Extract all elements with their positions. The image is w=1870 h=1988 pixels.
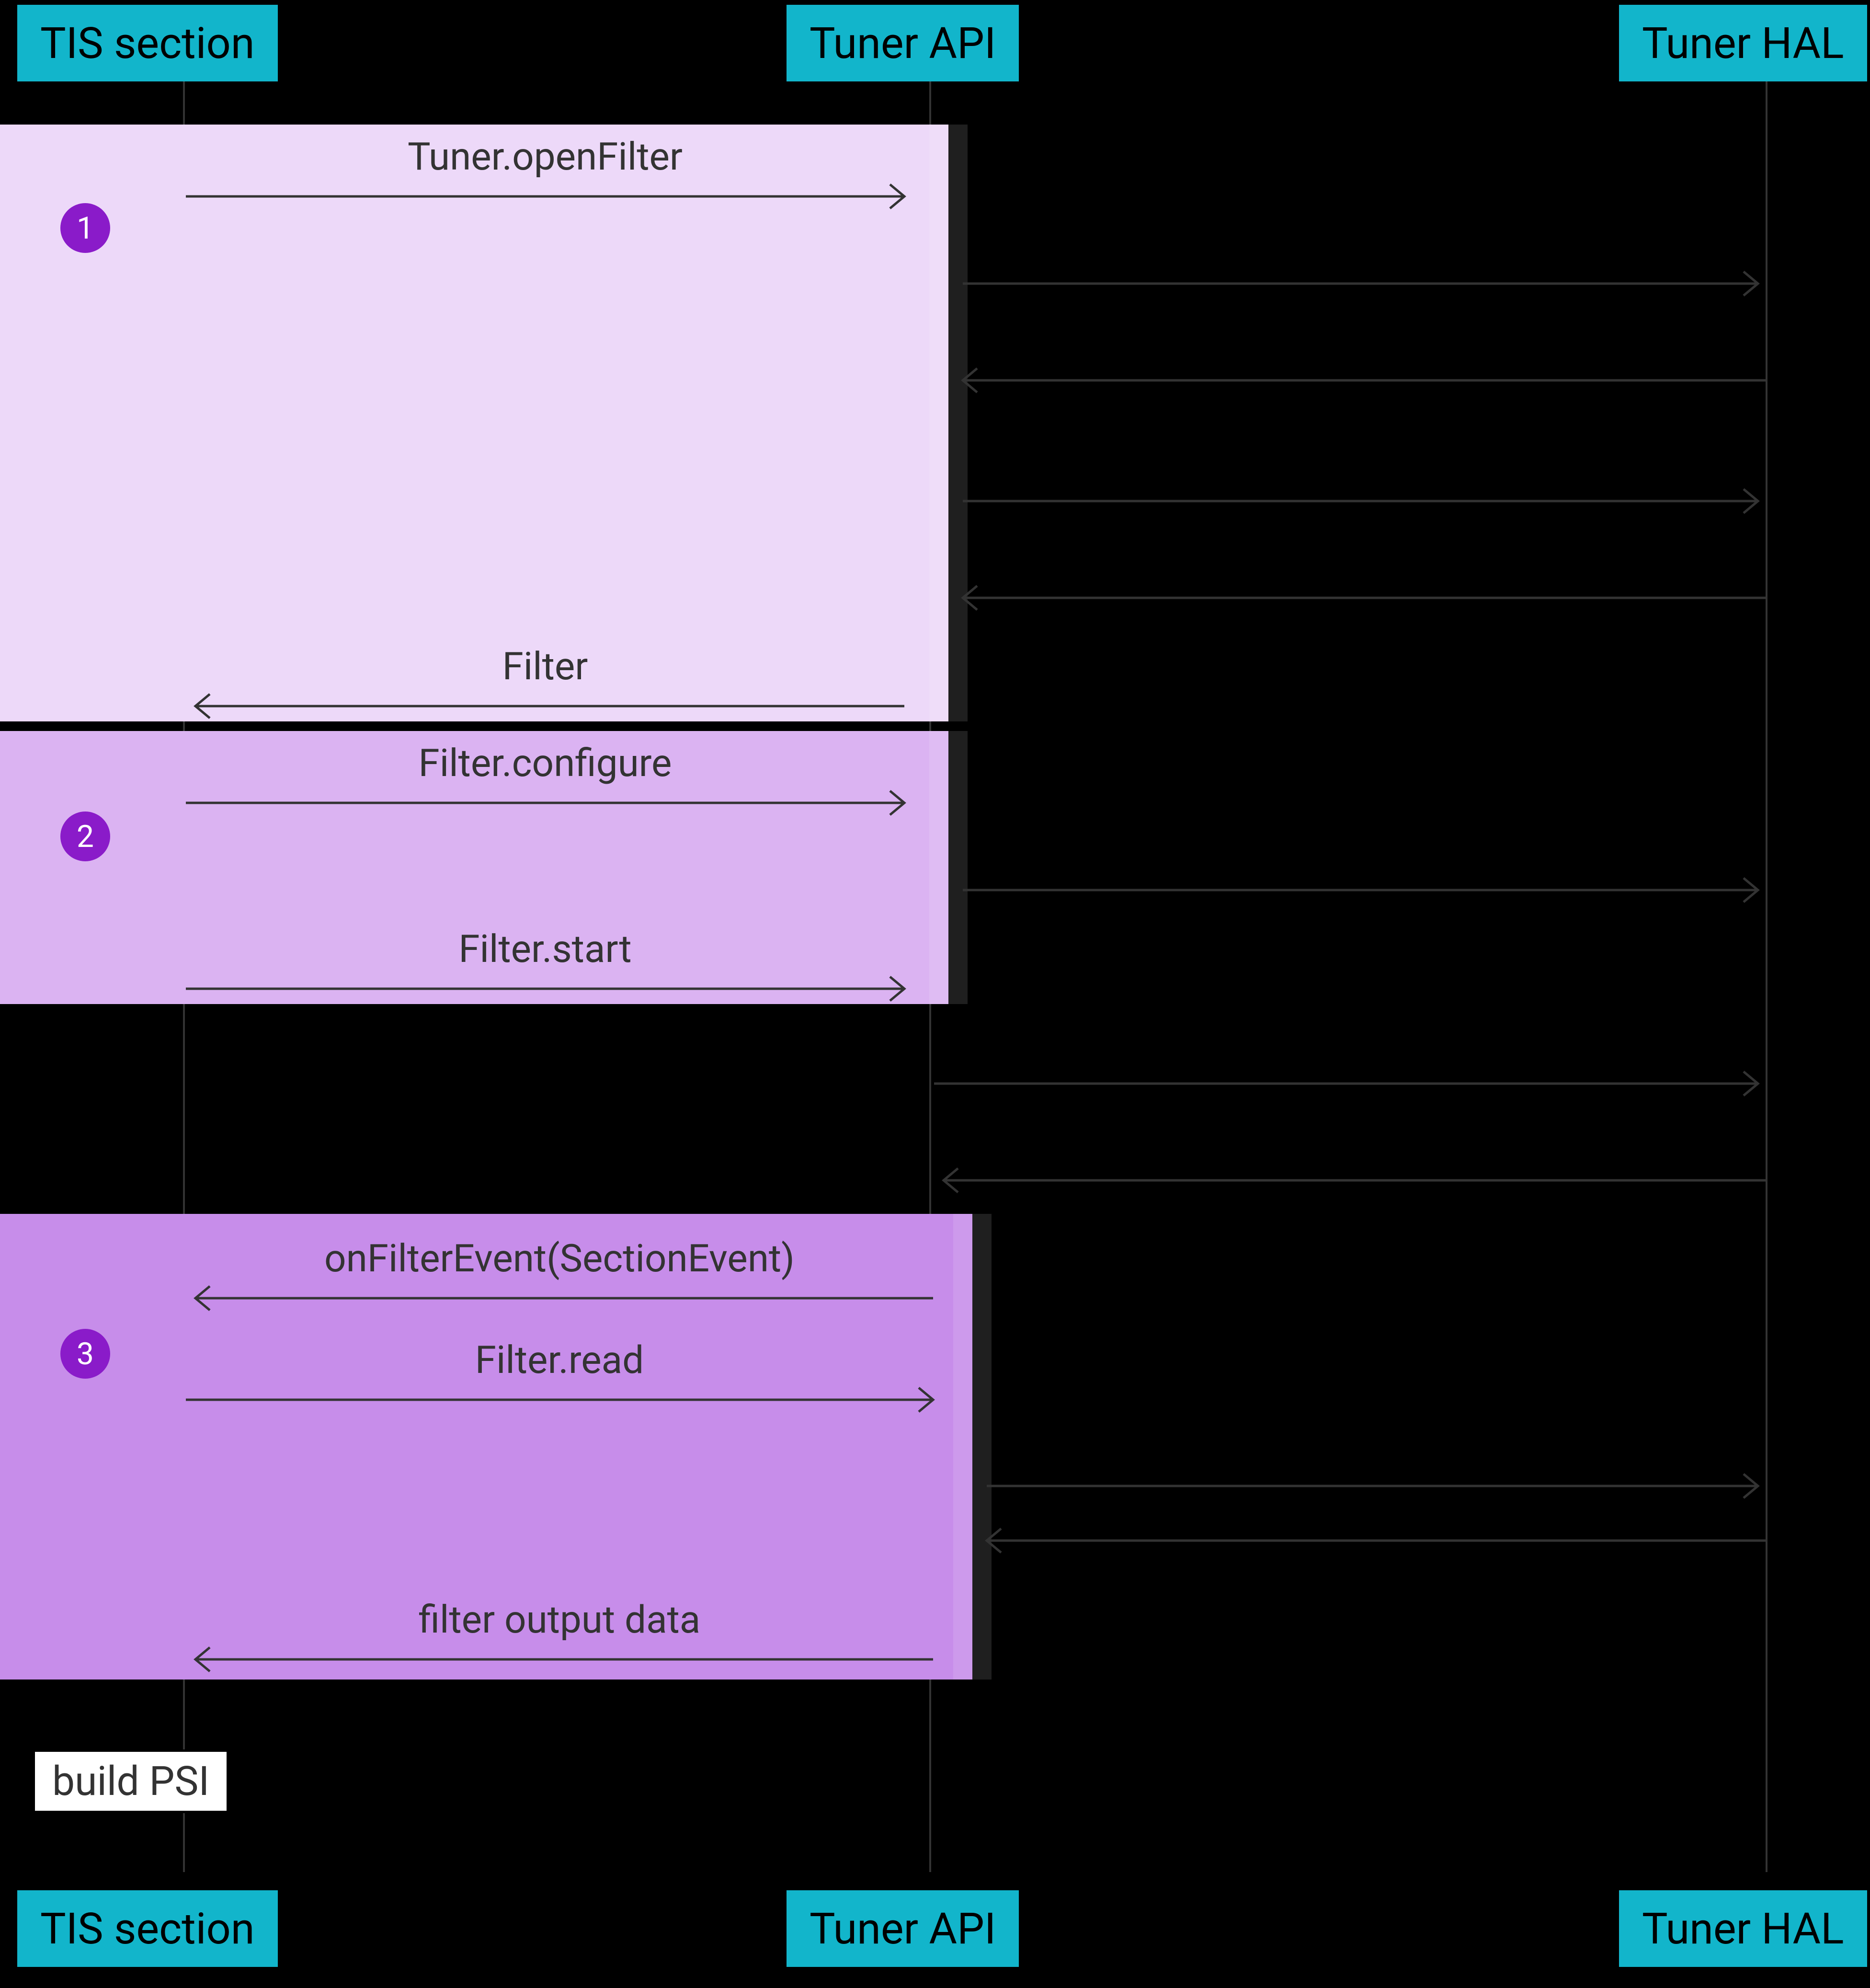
stage-1-number: 1 [60,203,110,253]
msg-openFilter: Tuner.openFilter [186,134,904,179]
heading-top-tis: TIS section [17,5,278,81]
arrow-filter-return [186,701,914,720]
arrow-api-hal-1 [963,279,1767,298]
heading-label: TIS section [40,1904,255,1954]
stage-1: 1 [0,125,948,721]
arrow-onFilterEvent [186,1293,938,1313]
heading-bot-hal: Tuner HAL [1619,1890,1867,1967]
arrow-hal-api-2 [953,593,1767,612]
stage-3-number: 3 [60,1329,110,1379]
heading-top-api: Tuner API [787,5,1019,81]
stage-2-num-label: 2 [77,819,94,855]
stage-1-num-label: 1 [77,210,94,246]
msg-filter-return: Filter [186,644,904,689]
arrow-start [186,984,914,1003]
heading-label: TIS section [40,18,255,69]
arrow-api-hal-3 [963,885,1767,904]
arrow-read [186,1395,943,1414]
msg-onFilterEvent: onFilterEvent(SectionEvent) [186,1236,933,1281]
lifeline-hal [1766,80,1767,1872]
stage-2-number: 2 [60,811,110,861]
heading-label: Tuner API [810,18,996,69]
heading-label: Tuner HAL [1642,1904,1844,1954]
stage-3-activation [953,1214,992,1680]
arrow-configure [186,798,914,817]
arrow-api-hal-2 [963,496,1767,515]
arrow-hal-api-4 [977,1536,1767,1555]
msg-outputData: filter output data [186,1597,933,1642]
arrow-api-hal-5 [987,1481,1767,1500]
heading-label: Tuner HAL [1642,18,1844,69]
stage-1-activation [929,125,968,721]
msg-configure: Filter.configure [186,741,904,786]
msg-read: Filter.read [186,1337,933,1382]
heading-label: Tuner API [810,1904,996,1954]
arrow-outputData [186,1655,938,1674]
msg-start: Filter.start [186,926,904,971]
note-buildPSI: build PSI [33,1749,229,1813]
arrow-hal-api-1 [953,376,1767,395]
heading-bot-tis: TIS section [17,1890,278,1967]
arrow-openFilter [186,192,914,211]
arrow-api-hal-4 [934,1079,1767,1098]
heading-top-hal: Tuner HAL [1619,5,1867,81]
arrow-hal-api-3 [934,1176,1767,1195]
heading-bot-api: Tuner API [787,1890,1019,1967]
note-label: build PSI [52,1758,209,1805]
stage-3-num-label: 3 [77,1336,94,1372]
stage-2-activation [929,731,968,1004]
